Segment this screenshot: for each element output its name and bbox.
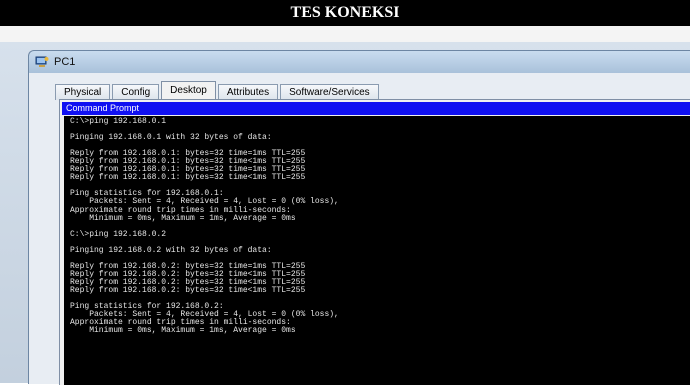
tab-bar: Physical Config Desktop Attributes Softw… — [55, 81, 381, 100]
window-title: PC1 — [54, 56, 76, 68]
console-output: C:\>ping 192.168.0.1 Pinging 192.168.0.1… — [70, 117, 339, 336]
page-gap — [0, 26, 690, 42]
tab-attributes[interactable]: Attributes — [217, 84, 279, 100]
tab-desktop[interactable]: Desktop — [161, 81, 216, 99]
desktop-panel: Command Prompt C:\>ping 192.168.0.1 Ping… — [59, 99, 690, 385]
tab-physical[interactable]: Physical — [55, 84, 111, 100]
document-heading: TES KONEKSI — [0, 0, 690, 26]
pc1-window: PC1 Physical Config Desktop Attributes S… — [28, 50, 690, 385]
window-titlebar[interactable]: PC1 — [29, 51, 690, 73]
command-prompt-console[interactable]: C:\>ping 192.168.0.1 Pinging 192.168.0.1… — [64, 116, 690, 385]
tab-software-services[interactable]: Software/Services — [280, 84, 379, 100]
command-prompt-title: Command Prompt — [62, 102, 690, 115]
tab-config[interactable]: Config — [112, 84, 160, 100]
pc-app-icon — [35, 56, 49, 68]
